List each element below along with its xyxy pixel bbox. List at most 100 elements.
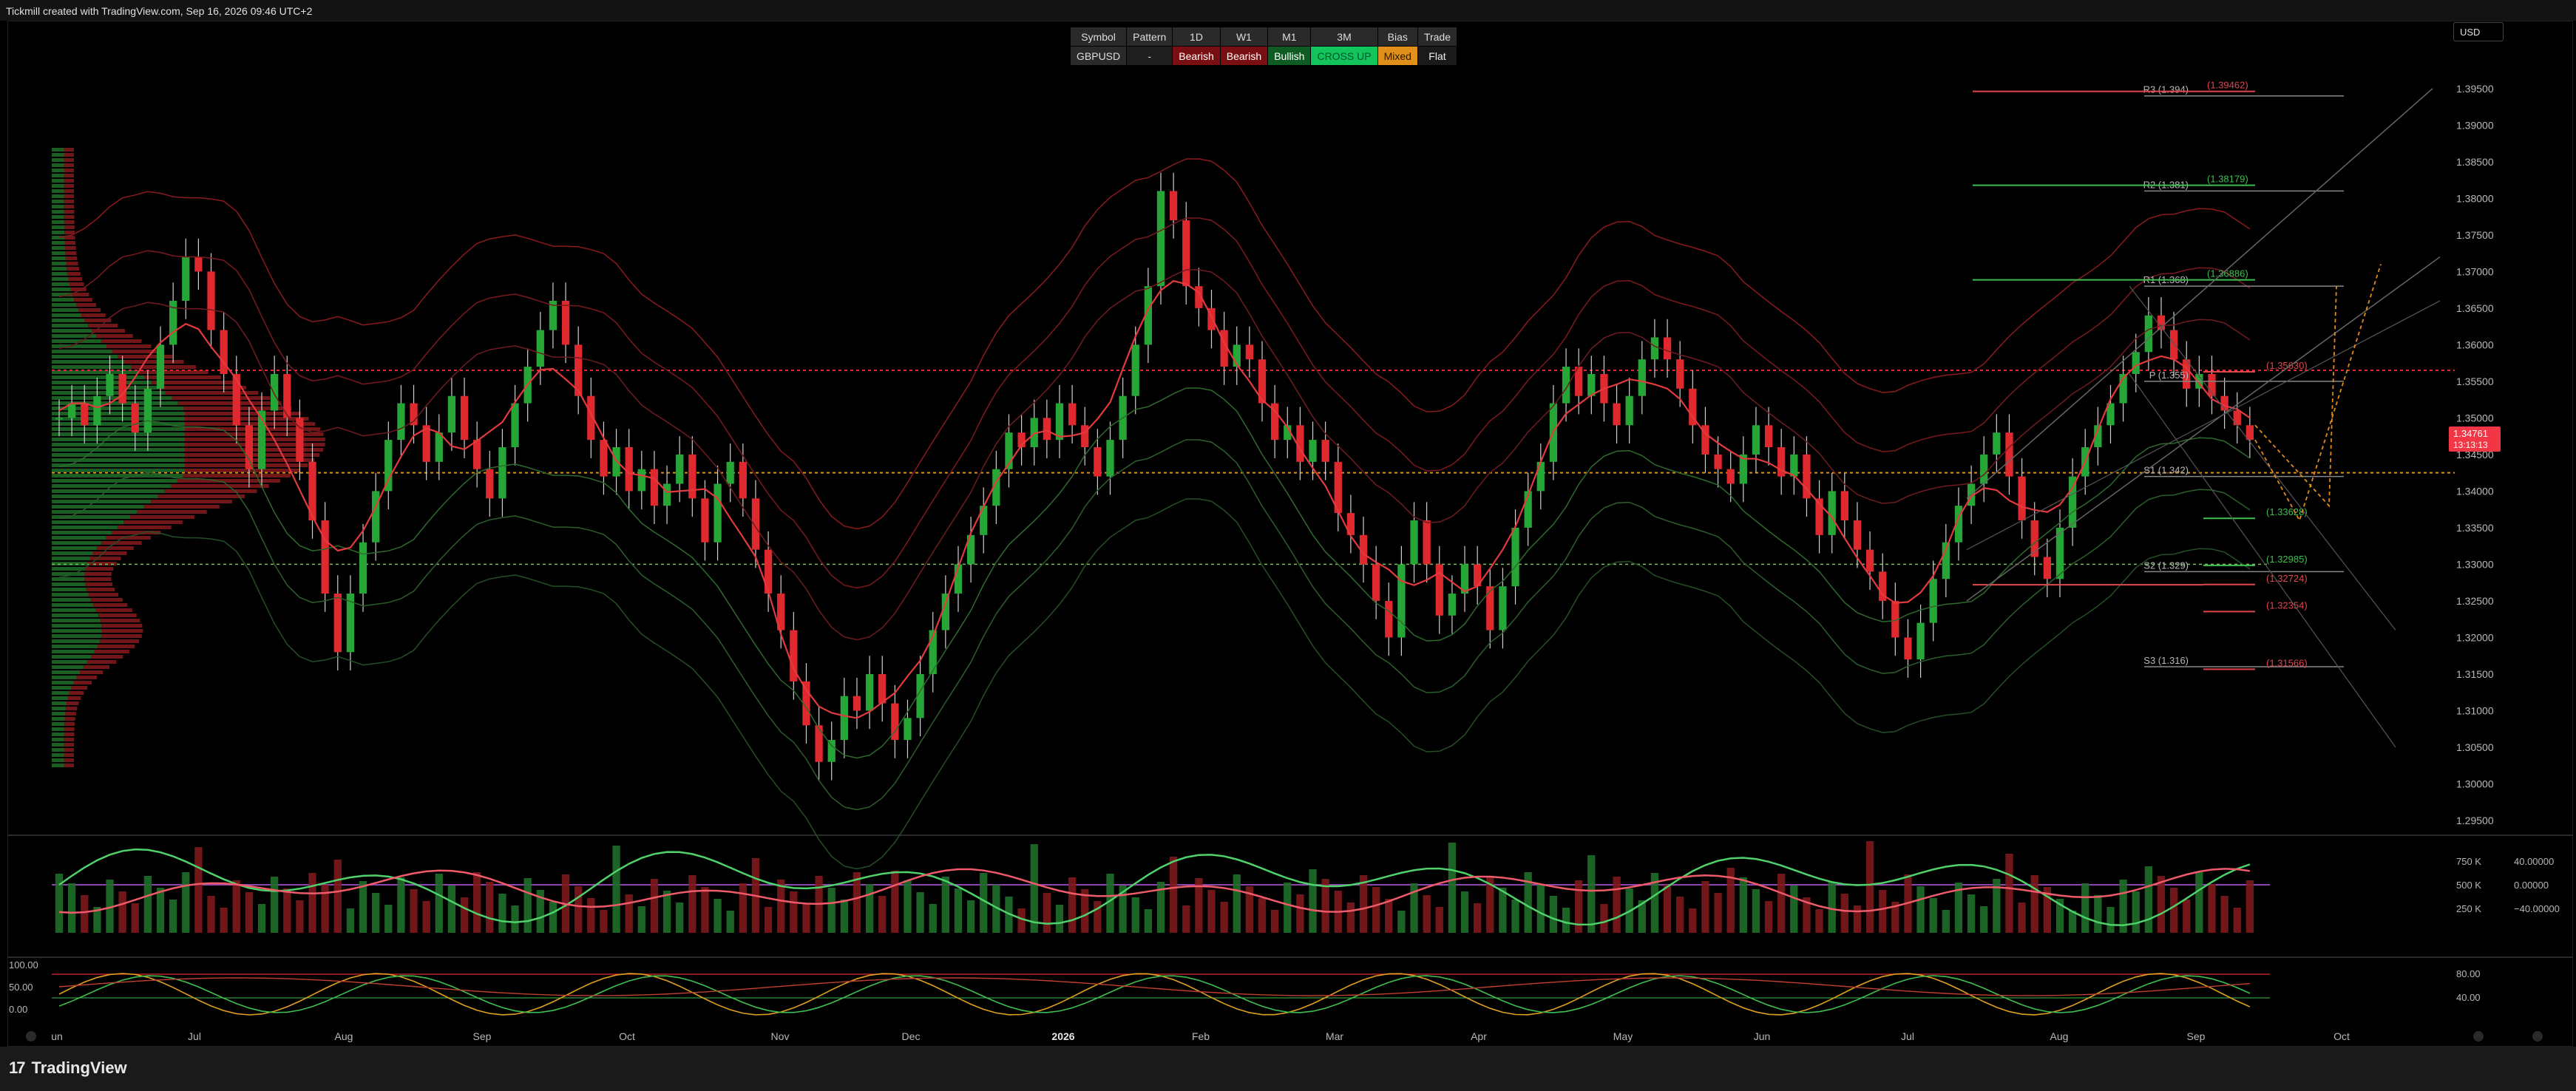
volume-bar [1474, 903, 1482, 933]
candle-bull [1536, 461, 1545, 492]
tradingview-logo[interactable]: 17 TradingView [9, 1058, 127, 1078]
candle-bull [1929, 579, 1937, 623]
candle-bull [271, 373, 279, 411]
volume-profile-bar-up [52, 655, 92, 659]
volume-bar [2132, 891, 2140, 933]
volume-bar [612, 846, 620, 933]
bar-countdown-label: 13:13:13 [2453, 440, 2488, 450]
volume-profile-bar-up [52, 639, 100, 643]
volume-bar [1790, 886, 1798, 933]
stochastic-pane [52, 973, 2270, 1016]
volume-profile-bar-down [92, 551, 127, 555]
volume-bar [232, 880, 240, 933]
volume-profile-bar-down [65, 256, 78, 260]
candle-bull [1511, 527, 1519, 587]
volume-profile-bar-up [52, 267, 67, 271]
volume-bar [1030, 844, 1038, 933]
volume-profile-bar-down [64, 748, 75, 752]
candle-bull [55, 418, 64, 420]
volume-bar [1865, 841, 1874, 933]
volume-profile-bar-up [52, 505, 144, 509]
volume-profile-bar-up [52, 531, 112, 534]
candle-bear [688, 454, 696, 499]
pivot-label: R3 (1.394) [2143, 84, 2189, 95]
volume-profile-bar-up [52, 329, 92, 333]
candle-bear [2018, 476, 2026, 521]
volume-bar [954, 888, 963, 933]
volume-bar [802, 903, 810, 933]
volume-profile-bar-down [86, 588, 115, 591]
volume-profile-bar-down [64, 215, 75, 219]
volume-profile-bar-down [87, 660, 117, 664]
candle-bull [1828, 491, 1836, 535]
volume-bar [1752, 889, 1760, 933]
value-pattern: - [1126, 46, 1173, 66]
price-chart-svg[interactable]: R3 (1.394)R2 (1.381)R1 (1.368)P (1.355)S… [0, 0, 2576, 1047]
volume-axis-label: 250 K [2456, 903, 2481, 914]
volume-profile-bar-up [52, 748, 64, 752]
time-axis-label: Apr [1471, 1030, 1487, 1042]
settings-button [2532, 1031, 2543, 1041]
currency-selector[interactable]: USD [2453, 22, 2504, 41]
volume-profile-bar-up [52, 753, 64, 757]
tradingview-logo-text: TradingView [31, 1058, 127, 1077]
volume-profile-bar-down [94, 650, 129, 653]
volume-bar [1499, 888, 1507, 933]
time-axis-label: Jul [1901, 1030, 1914, 1042]
volume-profile-bar-up [52, 494, 158, 498]
volume-profile-bar-up [52, 764, 64, 767]
volume-profile-bar-down [157, 494, 245, 498]
volume-profile-bar-up [52, 546, 97, 550]
volume-bar [701, 887, 709, 933]
volume-profile-bar-down [124, 360, 184, 364]
price-tick-label: 1.31000 [2456, 704, 2494, 716]
volume-bar [1739, 877, 1747, 933]
volume-profile-bar-up [52, 624, 102, 628]
volume-bar [143, 876, 152, 933]
time-axis-label: Oct [619, 1030, 635, 1042]
volume-bar [1676, 897, 1684, 933]
candle-bear [486, 469, 494, 499]
volume-profile-bar-up [52, 174, 64, 177]
candle-bear [1714, 454, 1722, 469]
volume-profile-bar-down [64, 174, 75, 177]
volume-bar [372, 893, 380, 933]
volume-profile-bar-up [52, 355, 118, 358]
signal-table-value-row: GBPUSD - Bearish Bearish Bullish CROSS U… [1069, 46, 1458, 66]
volume-bar [1284, 883, 1292, 933]
volume-profile-bar-down [64, 189, 75, 193]
volume-profile-bar-up [52, 551, 93, 555]
volume-bar [929, 904, 937, 933]
volume-bar [966, 900, 975, 933]
volume-profile-bar-down [96, 334, 133, 338]
volume-bar [435, 874, 443, 933]
volume-profile-bar-down [144, 375, 221, 379]
volume-bar [688, 875, 696, 933]
volume-profile-bar-up [52, 256, 66, 260]
volume-profile-bar-up [52, 733, 64, 736]
level-label: (1.31566) [2266, 657, 2308, 668]
volume-bar [1714, 893, 1722, 933]
stoch-signal-line [58, 977, 2250, 996]
signal-summary-table: Symbol Pattern 1D W1 M1 3M Bias Trade GB… [1069, 27, 1458, 66]
volume-profile-bar-down [64, 194, 75, 198]
volume-bar [1435, 907, 1443, 933]
volume-profile-bar-down [69, 282, 84, 286]
volume-profile-bar-down [67, 267, 80, 271]
volume-profile-bar-up [52, 303, 77, 307]
candle-bear [81, 403, 89, 426]
volume-profile-bar-down [164, 489, 257, 493]
volume-bar [1942, 910, 1950, 933]
header-1d: 1D [1172, 27, 1221, 47]
volume-profile-bar-up [52, 272, 68, 276]
volume-bar [1460, 891, 1469, 933]
volume-profile-bar-up [52, 670, 81, 674]
volume-profile-bar-down [84, 572, 112, 576]
volume-bar [1549, 896, 1558, 933]
volume-profile-bar-down [177, 479, 280, 483]
volume-bar [827, 888, 835, 933]
time-axis-label: Jul [188, 1030, 201, 1042]
volume-profile-bar-up [52, 179, 64, 183]
candle-bear [1385, 600, 1393, 638]
volume-profile-bar-up [52, 319, 85, 322]
